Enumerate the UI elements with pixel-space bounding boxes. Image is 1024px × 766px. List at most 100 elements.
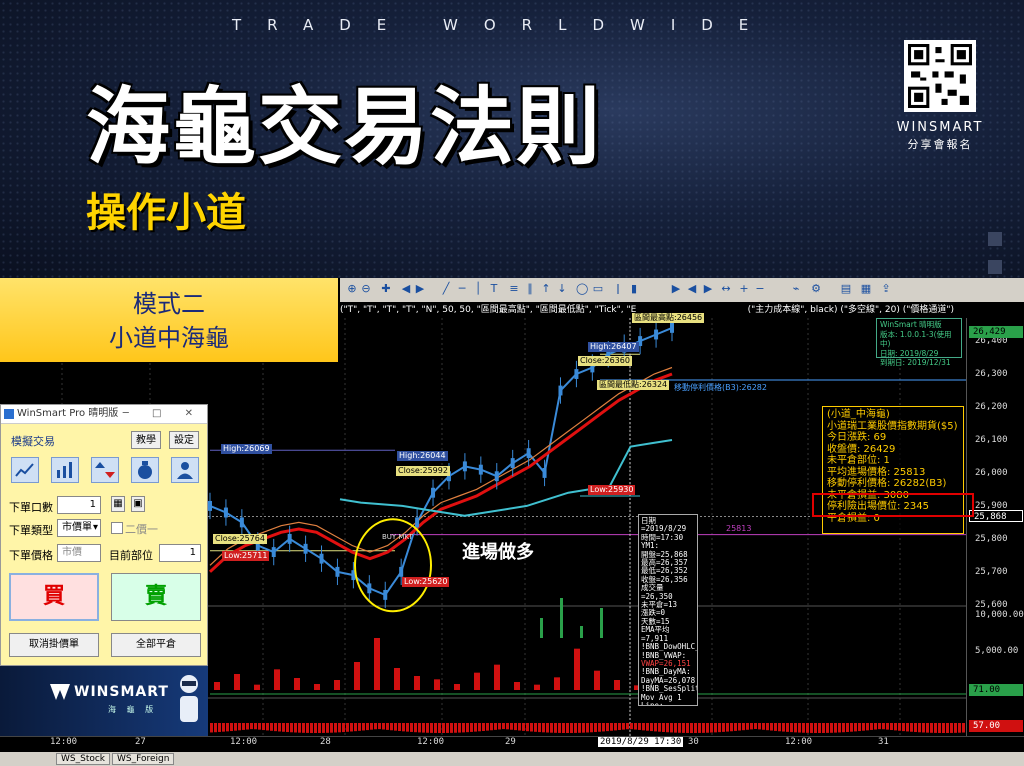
arrow-left-icon[interactable]: ◀ [400,282,412,296]
tab-ws-foreign[interactable]: WS_Foreign [112,753,175,765]
strategy-icon[interactable]: ⚙ [810,282,822,296]
mode-title: 模式二 [133,290,205,318]
price-input[interactable]: 市價 [57,544,101,562]
pan-icon[interactable]: ↔ [720,282,732,296]
cancel-orders-button[interactable]: 取消掛價單 [9,633,99,657]
arrow-right-icon[interactable]: ▶ [414,282,426,296]
indicator-bar [434,723,437,733]
candle-body [208,500,212,511]
indicator-bar [398,723,401,732]
license-line: 日期: 2019/8/29 [880,348,939,358]
volume-bar-green [560,598,563,638]
indicator-badge-2: 57.00 [969,720,1023,732]
volume-bar [254,684,260,690]
indicator-bar [370,723,373,730]
buy-button[interactable]: 買 [9,573,99,621]
low-right-label: Low:25930 [588,485,636,495]
indicator-bar [466,723,469,733]
arrow-down-tool-icon[interactable]: ↓ [556,282,568,296]
settings-button[interactable]: 設定 [169,431,199,449]
second-order-checkbox[interactable] [111,522,123,534]
volume-bar [534,684,540,690]
print-icon[interactable]: ▦ [860,282,872,296]
save-icon[interactable]: ▣ [131,496,145,512]
channel-tool-icon[interactable]: ∥ [524,282,536,296]
calculator-icon[interactable]: ▦ [111,496,125,512]
candle-body [271,547,276,558]
indicator-bar [210,723,213,733]
indicator-bar [606,723,609,732]
bar-type-icon[interactable]: ǀ [612,282,624,296]
ellipse-tool-icon[interactable]: ◯ [576,282,588,296]
zoom-out-icon[interactable]: ⊖ [360,282,372,296]
bar-chart-icon[interactable] [51,457,79,483]
indicator-bar [254,723,257,730]
next-bar-icon[interactable]: ▶ [702,282,714,296]
zoom-in-icon[interactable]: ⊕ [346,282,358,296]
up-down-icon[interactable] [91,457,119,483]
indicator-bar [594,723,597,733]
text-tool-icon[interactable]: T [488,282,500,296]
indicator-bar [258,723,261,730]
bars-decrease-icon[interactable]: − [754,282,766,296]
candle-type-icon[interactable]: ▮ [628,282,640,296]
indicator-bar [906,723,909,732]
indicator-bar [338,723,341,733]
license-line: WinSmart 晴明版 [880,320,942,329]
money-bag-icon[interactable] [131,457,159,483]
arrow-up-tool-icon[interactable]: ↑ [540,282,552,296]
play-icon[interactable]: ▶ [670,282,682,296]
indicator-icon[interactable]: ⌁ [790,282,802,296]
window-controls[interactable]: ─ □ ✕ [123,405,203,423]
indicator-bar [250,723,253,730]
vline-tool-icon[interactable]: │ [472,282,484,296]
qty-input[interactable]: 1 [57,496,101,514]
chart-icon[interactable] [11,457,39,483]
volume-bar-green [580,626,583,638]
qr-brand-label: WINSMART [896,120,984,135]
indicator-bar [502,723,505,730]
indicator-bar [418,723,421,733]
indicator-bar [734,723,737,731]
indicator-bar [578,723,581,733]
line-tool-icon[interactable]: ╱ [440,282,452,296]
price-axis: 26,400 26,300 26,200 26,100 26,000 25,900 25,8… [966,318,1024,738]
indicator-bar [622,723,625,730]
sell-button[interactable]: 賣 [111,573,201,621]
qty-label: 下單口數 [9,501,53,514]
indicator-bar [486,723,489,731]
range-low-label: 區間最低點:26324 [597,380,670,390]
time-axis-label: 31 [878,737,889,747]
qr-code-icon[interactable] [904,40,976,112]
indicator-bar [274,723,277,732]
candle-body [526,448,531,459]
user-icon[interactable] [171,457,199,483]
workspace-tabs: WS_Stock WS_Foreign [0,752,1024,766]
indicator-bar [302,723,305,733]
rect-tool-icon[interactable]: ▭ [592,282,604,296]
order-type-select[interactable]: 市價單 ▾ [57,519,101,537]
prev-bar-icon[interactable]: ◀ [686,282,698,296]
tab-ws-stock[interactable]: WS_Stock [56,753,111,765]
export-icon[interactable]: ⇪ [880,282,892,296]
time-axis-label: 12:00 [417,737,445,747]
indicator-bar [850,723,853,732]
fib-tool-icon[interactable]: ≡ [508,282,520,296]
indicator-bar [222,723,225,732]
bars-increase-icon[interactable]: + [738,282,750,296]
indicator-bar [794,723,797,733]
high-left-label: High:26069 [221,444,272,454]
indicator-bar [658,723,661,732]
format-icon[interactable]: ▤ [840,282,852,296]
indicator-bar [354,723,357,732]
decor-square [988,232,1002,246]
data-window-line: 日期=2019/8/29 [641,516,687,534]
close-all-button[interactable]: 全部平倉 [111,633,201,657]
teach-button[interactable]: 教學 [131,431,161,449]
cross-icon[interactable]: ✚ [380,282,392,296]
range-high-label: 區間最高點:26456 [632,313,705,323]
indicator-bar [946,723,949,733]
hline-tool-icon[interactable]: ─ [456,282,468,296]
candle-body [654,329,659,340]
info-line: 平均進場價格: 25813 [827,466,926,478]
